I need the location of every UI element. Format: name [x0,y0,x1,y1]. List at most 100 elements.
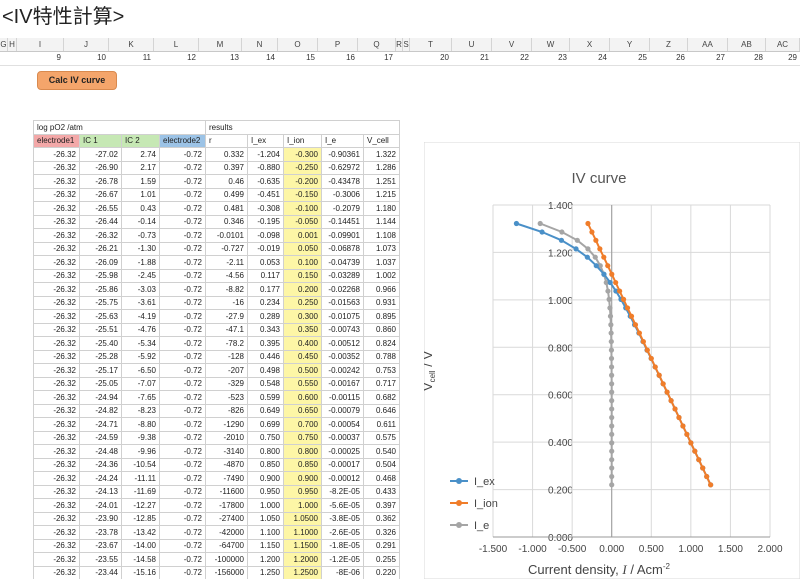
table-cell[interactable]: -0.72 [159,174,206,189]
table-cell[interactable]: 0.362 [363,511,400,526]
table-cell[interactable]: -0.72 [159,403,206,418]
table-cell[interactable]: -26.32 [33,201,80,216]
table-cell[interactable]: -0.195 [247,214,284,229]
table-cell[interactable]: -0.3006 [321,187,364,202]
table-cell[interactable]: 1.0500 [283,511,322,526]
table-cell[interactable]: -0.00242 [321,363,364,378]
table-cell[interactable]: -8E-06 [321,565,364,579]
table-cell[interactable]: 0.300 [283,309,322,324]
table-cell[interactable]: 0.750 [283,430,322,445]
table-cell[interactable]: 0.446 [247,349,284,364]
table-cell[interactable]: I_ex [247,133,284,148]
table-cell[interactable]: 0.950 [247,484,284,499]
table-cell[interactable]: -0.0101 [205,228,248,243]
column-header[interactable]: N [242,38,278,51]
table-cell[interactable]: 0.050 [283,241,322,256]
table-cell[interactable]: 1.000 [247,498,284,513]
table-cell[interactable]: -3140 [205,444,248,459]
table-cell[interactable]: -0.2079 [321,201,364,216]
table-cell[interactable]: -26.32 [33,228,80,243]
table-cell[interactable]: -0.72 [159,390,206,405]
table-cell[interactable]: -0.72 [159,417,206,432]
table-cell[interactable]: -8.82 [205,282,248,297]
table-cell[interactable]: -0.00054 [321,417,364,432]
table-cell[interactable]: 0.788 [363,349,400,364]
table-cell[interactable]: -24.71 [79,417,122,432]
table-cell[interactable]: -25.98 [79,268,122,283]
table-cell[interactable]: -128 [205,349,248,364]
table-cell[interactable]: -1.88 [121,255,160,270]
table-cell[interactable]: 0.220 [363,565,400,579]
table-cell[interactable]: IC 1 [79,133,122,148]
table-cell[interactable]: -4.19 [121,309,160,324]
table-cell[interactable]: 0.548 [247,376,284,391]
table-cell[interactable]: -0.72 [159,268,206,283]
table-cell[interactable]: -5.92 [121,349,160,364]
table-cell[interactable]: 0.699 [247,417,284,432]
table-cell[interactable]: -0.14 [121,214,160,229]
table-cell[interactable]: -26.21 [79,241,122,256]
table-cell[interactable]: 0.350 [283,322,322,337]
table-cell[interactable]: 0.750 [247,430,284,445]
table-cell[interactable]: I_e [321,133,364,148]
table-cell[interactable]: -26.32 [33,525,80,540]
table-cell[interactable]: 0.895 [363,309,400,324]
table-cell[interactable]: 0.481 [205,201,248,216]
table-cell[interactable]: electrode2 [159,133,206,148]
column-header[interactable]: K [109,38,154,51]
table-cell[interactable]: -0.72 [159,282,206,297]
column-header[interactable]: Y [610,38,650,51]
table-cell[interactable]: 1.037 [363,255,400,270]
table-cell[interactable]: 0.291 [363,538,400,553]
table-cell[interactable]: -0.01075 [321,309,364,324]
table-cell[interactable]: 0.931 [363,295,400,310]
table-cell[interactable]: -27400 [205,511,248,526]
table-cell[interactable]: -0.72 [159,498,206,513]
table-cell[interactable]: 1.108 [363,228,400,243]
table-cell[interactable]: -0.72 [159,552,206,567]
table-cell[interactable]: 1.000 [283,498,322,513]
table-cell[interactable]: -0.72 [159,525,206,540]
table-cell[interactable]: -23.78 [79,525,122,540]
table-cell[interactable]: -0.72 [159,349,206,364]
table-cell[interactable]: 1.2000 [283,552,322,567]
table-cell[interactable]: 0.540 [363,444,400,459]
table-cell[interactable]: -4870 [205,457,248,472]
table-cell[interactable]: -0.72 [159,147,206,162]
table-cell[interactable]: 1.073 [363,241,400,256]
table-cell[interactable]: -0.00012 [321,471,364,486]
table-cell[interactable]: -24.59 [79,430,122,445]
table-cell[interactable]: -26.32 [33,147,80,162]
table-cell[interactable]: -0.72 [159,565,206,579]
table-cell[interactable]: -0.00079 [321,403,364,418]
table-cell[interactable]: -0.72 [159,363,206,378]
table-cell[interactable]: -10.54 [121,457,160,472]
table-cell[interactable]: -26.32 [33,214,80,229]
table-cell[interactable]: 1.200 [247,552,284,567]
table-cell[interactable]: -26.32 [33,498,80,513]
table-cell[interactable]: 0.860 [363,322,400,337]
table-cell[interactable]: -826 [205,403,248,418]
table-cell[interactable]: 0.43 [121,201,160,216]
table-cell[interactable]: -0.00512 [321,336,364,351]
table-cell[interactable]: -0.635 [247,174,284,189]
table-cell[interactable]: -0.72 [159,444,206,459]
table-cell[interactable]: 0.150 [283,268,322,283]
table-cell[interactable]: 0.611 [363,417,400,432]
table-cell[interactable]: -12.27 [121,498,160,513]
table-cell[interactable]: -0.72 [159,228,206,243]
table-cell[interactable]: -26.32 [33,363,80,378]
table-cell[interactable]: -26.90 [79,160,122,175]
table-cell[interactable]: I_ion [283,133,322,148]
table-cell[interactable]: 0.397 [363,498,400,513]
table-cell[interactable]: 1.286 [363,160,400,175]
table-cell[interactable]: -15.16 [121,565,160,579]
column-header[interactable]: O [278,38,318,51]
table-cell[interactable]: 0.700 [283,417,322,432]
table-cell[interactable]: -0.00743 [321,322,364,337]
table-cell[interactable]: -11.11 [121,471,160,486]
table-cell[interactable]: -25.17 [79,363,122,378]
table-cell[interactable]: -9.38 [121,430,160,445]
table-cell[interactable]: -2.45 [121,268,160,283]
table-cell[interactable]: -78.2 [205,336,248,351]
